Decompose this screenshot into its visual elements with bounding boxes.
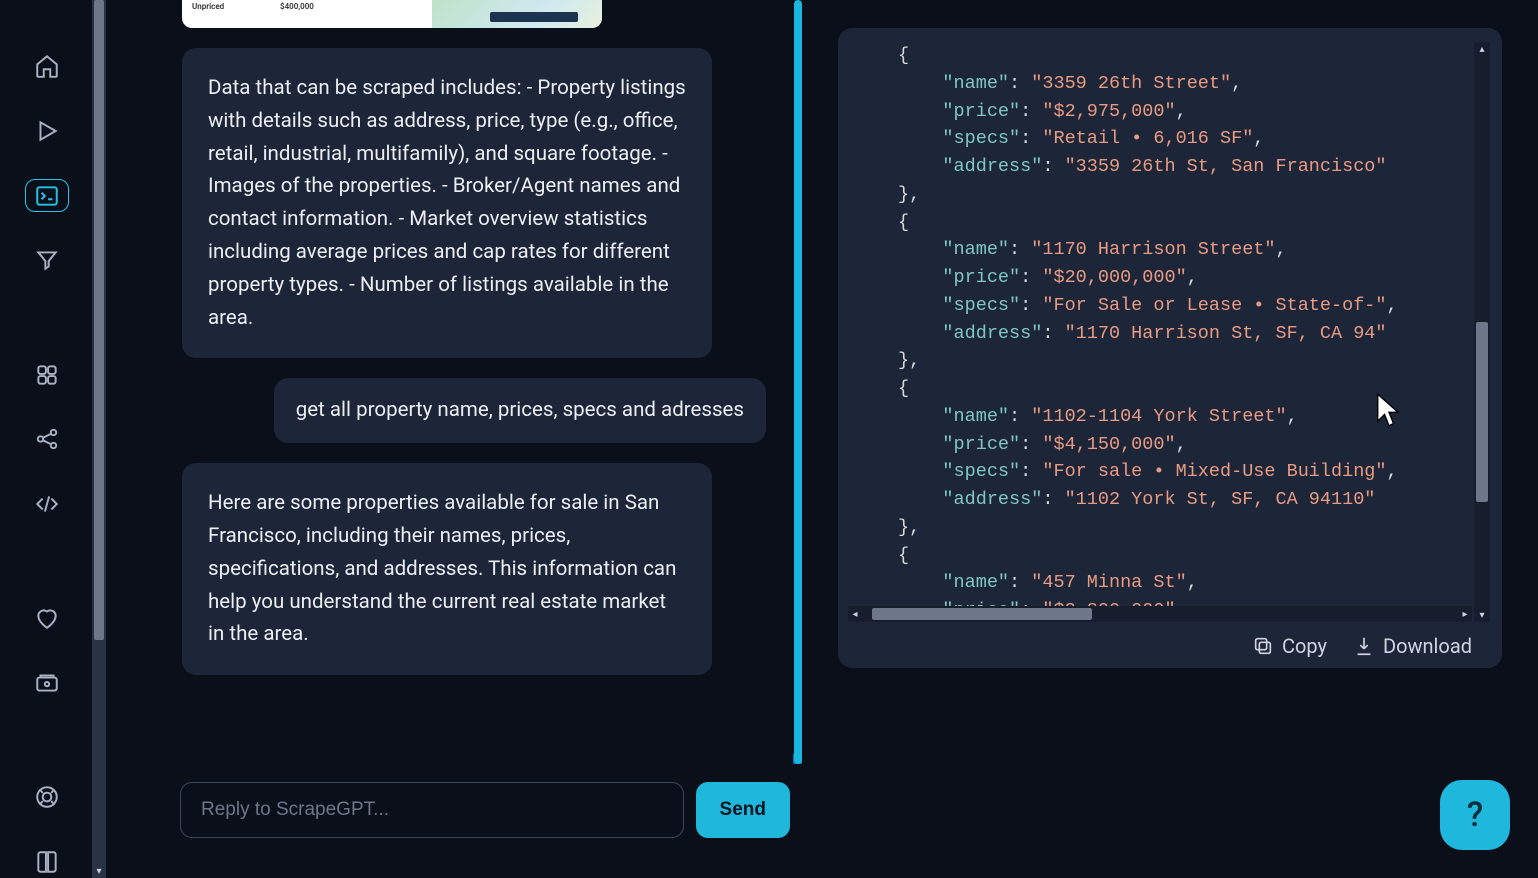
sidebar-scrollbar[interactable]: ▴ ▾ [92,0,106,878]
user-message: get all property name, prices, specs and… [274,378,766,443]
code-actions: Copy Download [838,624,1502,662]
code-vertical-scrollbar[interactable]: ▴▾ [1474,42,1490,622]
thumb-unpriced-label: Unpriced [192,2,224,11]
wallet-icon[interactable] [25,667,69,700]
share-icon[interactable] [25,423,69,456]
chat-column: Unpriced $400,000 Data that can be scrap… [112,0,802,878]
download-button[interactable]: Download [1353,634,1472,658]
filter-icon[interactable] [25,244,69,277]
message-text: get all property name, prices, specs and… [296,398,744,422]
sidebar: ▴ ▾ [0,0,94,878]
message-text: Data that can be scraped includes: - Pro… [208,76,686,330]
send-button[interactable]: Send [696,782,790,838]
message-text: Here are some properties available for s… [208,491,676,646]
code-column: { "name": "3359 26th Street", "price": "… [802,0,1538,878]
assistant-message: Here are some properties available for s… [182,463,712,675]
chat-input[interactable] [180,782,684,838]
thumb-price-label: $400,000 [280,2,314,11]
heart-icon[interactable] [25,602,69,635]
thumb-cta [490,12,578,22]
lifebuoy-icon[interactable] [25,781,69,814]
code-panel: { "name": "3359 26th Street", "price": "… [838,28,1502,668]
code-horizontal-scrollbar[interactable]: ◂▸ [848,606,1472,622]
grid-icon[interactable] [25,359,69,392]
home-icon[interactable] [25,50,69,83]
help-button[interactable]: ? [1440,780,1510,850]
code-body[interactable]: { "name": "3359 26th Street", "price": "… [898,42,1478,624]
help-label: ? [1467,795,1484,835]
listing-thumbnail: Unpriced $400,000 [182,0,602,28]
terminal-icon[interactable] [25,179,69,212]
chat-scroll[interactable]: Unpriced $400,000 Data that can be scrap… [112,0,802,764]
copy-button[interactable]: Copy [1252,634,1327,658]
assistant-message: Data that can be scraped includes: - Pro… [182,48,712,358]
book-icon[interactable] [25,845,69,878]
play-icon[interactable] [25,115,69,148]
chat-input-row: Send [112,764,802,838]
download-label: Download [1383,634,1472,658]
code-icon[interactable] [25,488,69,521]
copy-label: Copy [1282,634,1327,658]
code-text: { "name": "3359 26th Street", "price": "… [898,42,1478,624]
